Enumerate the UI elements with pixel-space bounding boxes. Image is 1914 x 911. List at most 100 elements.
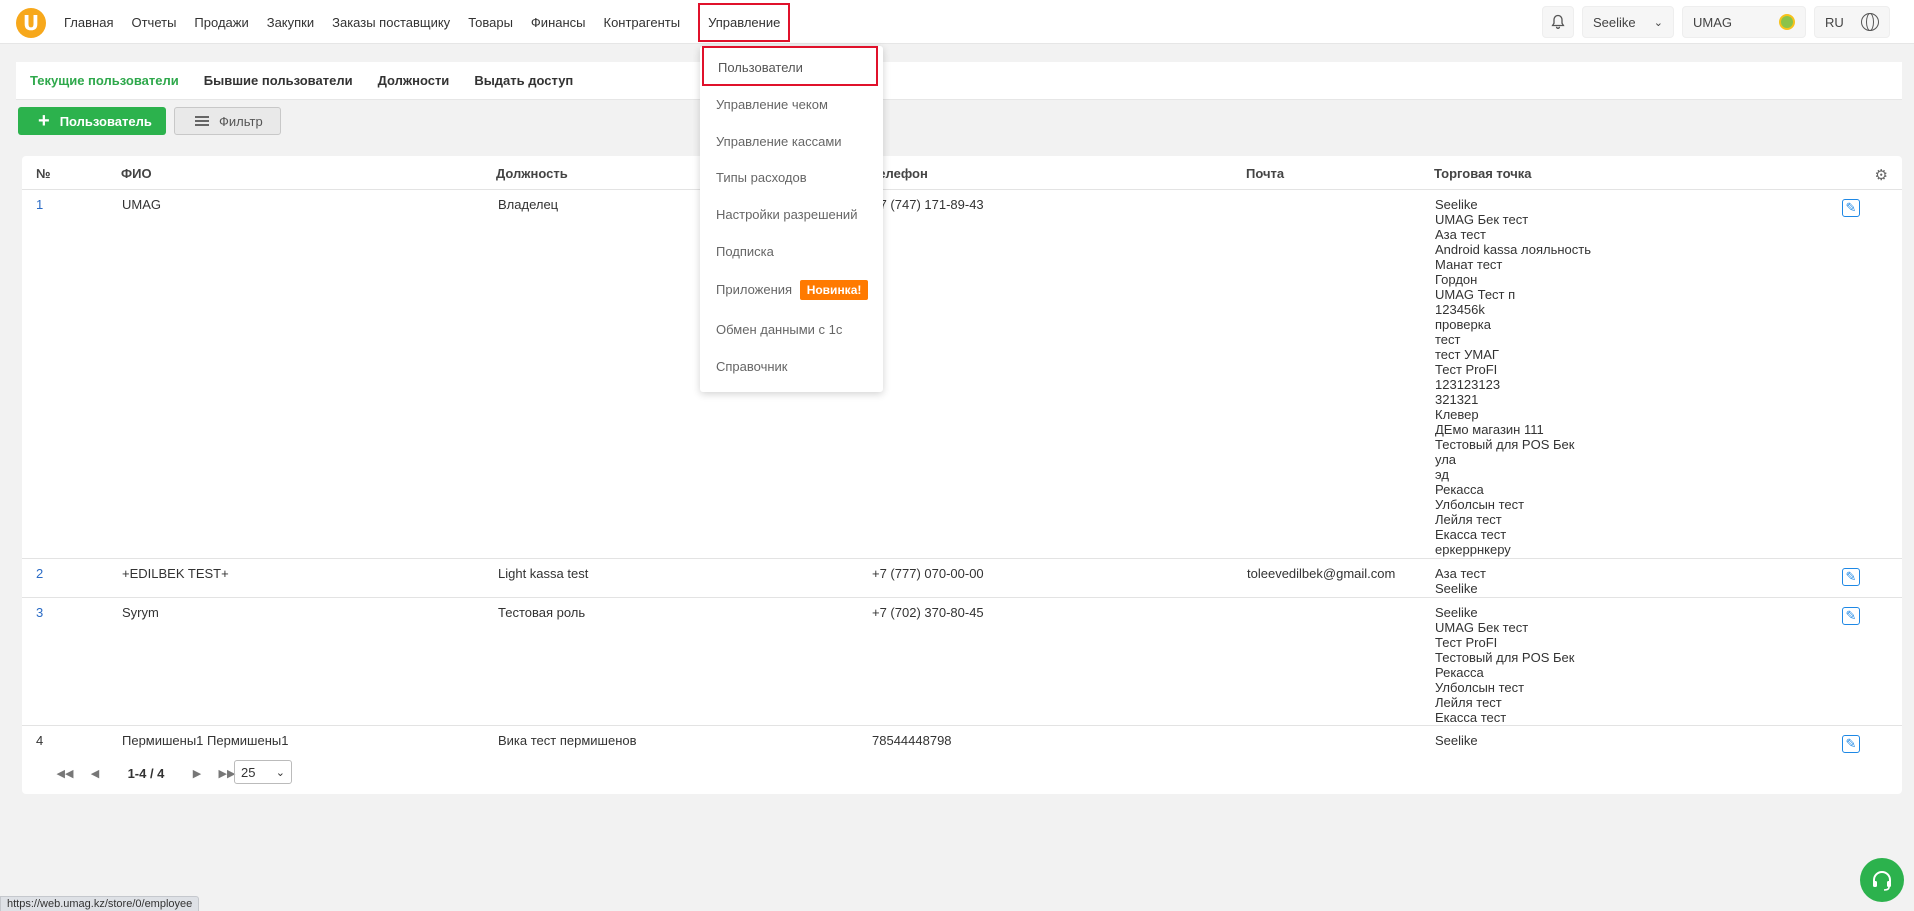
menu-item-expense-types[interactable]: Типы расходов	[716, 170, 807, 185]
row-name[interactable]: Пермишены1 Пермишены1	[122, 733, 288, 748]
users-tabs: Текущие пользователи Бывшие пользователи…	[16, 62, 1902, 100]
tab-grant-access[interactable]: Выдать доступ	[474, 73, 573, 88]
main-nav: Главная Отчеты Продажи Закупки Заказы по…	[64, 0, 806, 44]
filter-button[interactable]: Фильтр	[174, 107, 281, 135]
store-item: проверка	[1435, 317, 1491, 332]
store-select-value: Seelike	[1593, 14, 1636, 30]
user-menu[interactable]: UMAG	[1682, 6, 1806, 38]
col-num[interactable]: №	[36, 166, 51, 181]
store-item: еркеррнкеру	[1435, 542, 1511, 557]
umag-logo[interactable]	[16, 8, 46, 38]
row-num: 1	[36, 197, 44, 212]
store-item: Гордон	[1435, 272, 1478, 287]
first-page-icon[interactable]: ◀◀	[50, 767, 80, 780]
row-position: Light kassa test	[498, 566, 589, 581]
store-item: Seelike	[1435, 581, 1478, 596]
table-header: № ФИО Должность Телефон Почта Торговая т…	[22, 156, 1902, 190]
add-user-label: Пользователь	[59, 113, 152, 129]
col-name[interactable]: ФИО	[121, 166, 152, 181]
edit-icon[interactable]: ✎	[1842, 735, 1860, 753]
language-value: RU	[1825, 14, 1844, 30]
menu-item-permissions[interactable]: Настройки разрешений	[716, 207, 857, 222]
tab-current-users[interactable]: Текущие пользователи	[30, 73, 179, 88]
row-name[interactable]: UMAG	[122, 197, 161, 212]
store-select[interactable]: Seelike ⌄	[1582, 6, 1674, 38]
pagination: ◀◀ ◀ 1-4 / 4 ▶ ▶▶	[50, 761, 242, 785]
store-item: ДЕмо магазин 111	[1435, 422, 1544, 437]
edit-icon[interactable]: ✎	[1842, 199, 1860, 217]
nav-home[interactable]: Главная	[64, 15, 113, 30]
nav-purchases[interactable]: Закупки	[267, 15, 314, 30]
chevron-down-icon: ⌄	[1653, 16, 1663, 29]
headset-icon	[1873, 871, 1891, 891]
gear-icon[interactable]: ⚙	[1875, 166, 1888, 184]
notifications-button[interactable]	[1542, 6, 1574, 38]
menu-item-subscription[interactable]: Подписка	[716, 244, 774, 259]
menu-item-directory[interactable]: Справочник	[716, 359, 788, 374]
store-item: 123456k	[1435, 302, 1485, 317]
store-item: тест	[1435, 332, 1461, 347]
user-name: UMAG	[1693, 14, 1732, 30]
nav-sales[interactable]: Продажи	[194, 15, 248, 30]
row-stores: Seelike UMAG Бек тест Аза тест Android k…	[1435, 197, 1591, 557]
add-user-button[interactable]: + Пользователь	[18, 107, 166, 135]
nav-products[interactable]: Товары	[468, 15, 513, 30]
filter-sliders-icon	[195, 115, 209, 127]
support-chat-button[interactable]	[1860, 858, 1904, 902]
menu-item-apps[interactable]: Приложения Новинка!	[716, 280, 869, 300]
prev-page-icon[interactable]: ◀	[80, 767, 110, 780]
row-position: Тестовая роль	[498, 605, 586, 620]
menu-item-receipt-management[interactable]: Управление чеком	[716, 97, 828, 112]
filter-label: Фильтр	[219, 113, 263, 129]
nav-reports[interactable]: Отчеты	[131, 15, 176, 30]
table-row: 2 +EDILBEK TEST+ Light kassa test +7 (77…	[22, 560, 1902, 598]
table-row: 1 UMAG Владелец +7 (747) 171-89-43 Seeli…	[22, 191, 1902, 559]
store-item: Тест ProFI	[1435, 362, 1498, 377]
chevron-down-icon: ⌄	[275, 766, 285, 779]
store-item: Екасса тест	[1435, 527, 1507, 542]
nav-supplier-orders[interactable]: Заказы поставщику	[332, 15, 450, 30]
tab-former-users[interactable]: Бывшие пользователи	[204, 73, 353, 88]
store-item: Улболсын тест	[1435, 680, 1525, 695]
tab-positions[interactable]: Должности	[378, 73, 450, 88]
plus-icon: +	[38, 110, 50, 132]
row-phone: +7 (747) 171-89-43	[872, 197, 984, 212]
nav-finance[interactable]: Финансы	[531, 15, 586, 30]
nav-counterparties[interactable]: Контрагенты	[604, 15, 681, 30]
col-store[interactable]: Торговая точка	[1434, 166, 1532, 181]
top-right-controls: Seelike ⌄ UMAG RU	[1542, 6, 1890, 38]
store-item: UMAG Бек тест	[1435, 620, 1529, 635]
store-item: Тест ProFI	[1435, 635, 1498, 650]
menu-item-apps-label: Приложения	[716, 282, 793, 297]
edit-icon[interactable]: ✎	[1842, 607, 1860, 625]
store-item: 123123123	[1435, 377, 1501, 392]
per-page-value: 25	[241, 764, 256, 780]
store-item: Рекасса	[1435, 665, 1484, 680]
edit-icon[interactable]: ✎	[1842, 568, 1860, 586]
per-page-select[interactable]: 25 ⌄	[234, 760, 292, 784]
nav-management[interactable]: Управление	[698, 2, 791, 42]
col-position[interactable]: Должность	[496, 166, 568, 181]
store-item: Манат тест	[1435, 257, 1503, 272]
bell-icon	[1551, 14, 1565, 29]
row-email: toleevedilbek@gmail.com	[1247, 566, 1396, 581]
table-row: 4 Пермишены1 Пермишены1 Вика тест пермиш…	[22, 727, 1902, 753]
store-item: Рекасса	[1435, 482, 1484, 497]
menu-item-cash-registers[interactable]: Управление кассами	[716, 134, 842, 149]
browser-status-url: https://web.umag.kz/store/0/employee	[0, 896, 200, 911]
globe-icon	[1861, 13, 1879, 31]
menu-item-1c-exchange[interactable]: Обмен данными с 1с	[716, 322, 842, 337]
store-item: Аза тест	[1435, 566, 1486, 581]
next-page-icon[interactable]: ▶	[182, 767, 212, 780]
col-email[interactable]: Почта	[1246, 166, 1284, 181]
store-item: UMAG Бек тест	[1435, 212, 1529, 227]
menu-item-users[interactable]: Пользователи	[702, 46, 878, 86]
language-select[interactable]: RU	[1814, 6, 1890, 38]
store-item: Лейля тест	[1435, 695, 1502, 710]
row-stores: Seelike	[1435, 733, 1478, 748]
row-name[interactable]: +EDILBEK TEST+	[122, 566, 229, 581]
row-name[interactable]: Syrym	[122, 605, 159, 620]
store-item: Екасса тест	[1435, 710, 1507, 725]
table-row: 3 Syrym Тестовая роль +7 (702) 370-80-45…	[22, 599, 1902, 726]
page-range: 1-4 / 4	[127, 765, 165, 781]
